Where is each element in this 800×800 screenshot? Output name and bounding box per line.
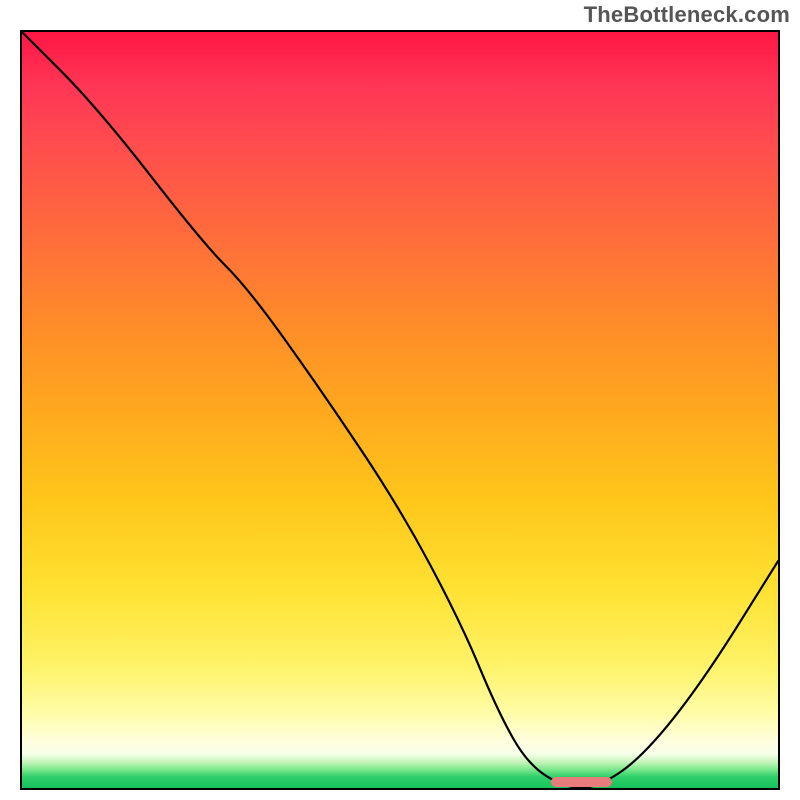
bottleneck-curve: [22, 32, 778, 788]
chart-container: TheBottleneck.com: [0, 0, 800, 800]
curve-path: [22, 32, 778, 788]
plot-area: [20, 30, 780, 790]
watermark-text: TheBottleneck.com: [584, 2, 790, 28]
optimum-marker: [551, 777, 611, 787]
